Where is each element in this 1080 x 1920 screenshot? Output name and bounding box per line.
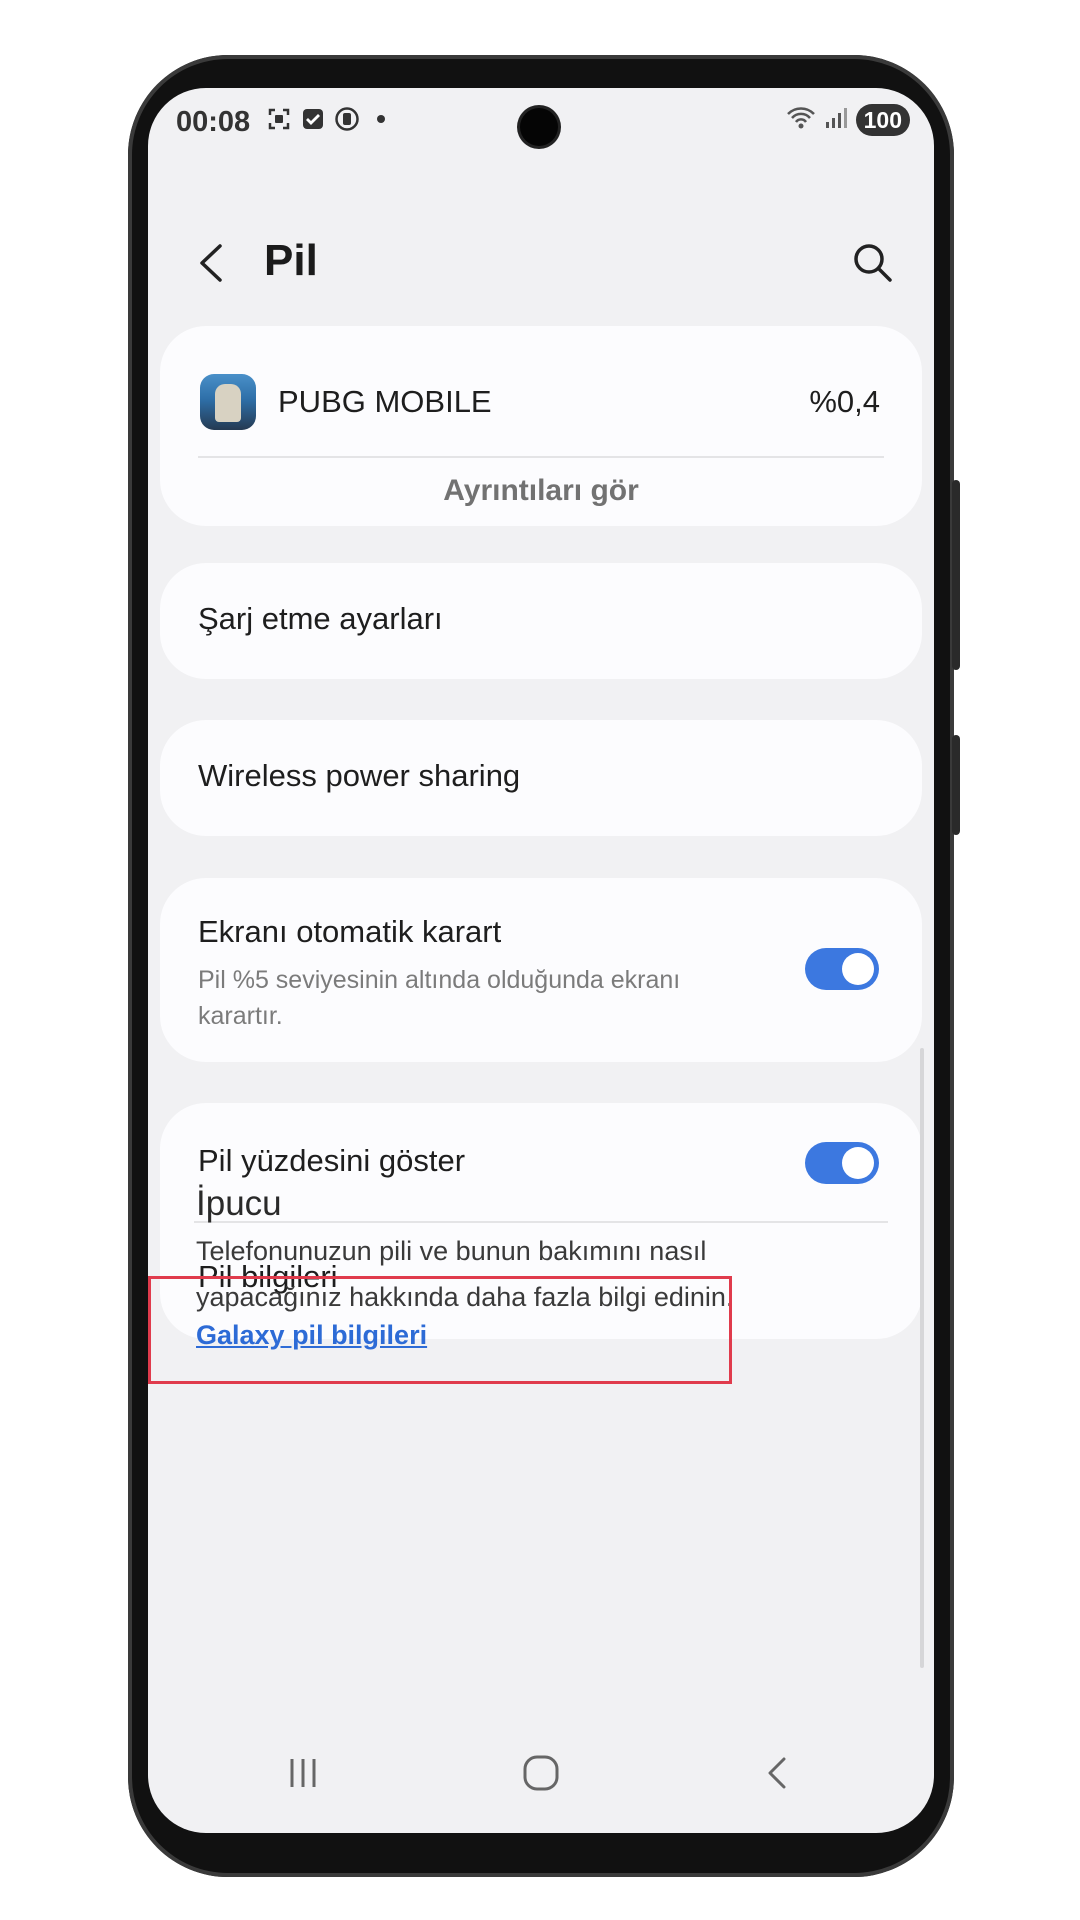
charging-settings-label: Şarj etme ayarları	[198, 601, 443, 636]
volume-button	[952, 480, 960, 670]
page-title: Pil	[264, 236, 318, 285]
front-camera	[520, 108, 558, 146]
signal-icon	[824, 106, 848, 135]
auto-dim-item[interactable]: Ekranı otomatik karart Pil %5 seviyesini…	[160, 878, 922, 1062]
navigation-bar	[148, 1713, 934, 1833]
back-icon	[768, 1757, 786, 1789]
status-bar: 00:08 100	[148, 88, 934, 158]
app-usage-card: PUBG MOBILE %0,4 Ayrıntıları gör	[160, 326, 922, 526]
check-box-icon	[300, 106, 326, 132]
dot-icon	[368, 106, 394, 132]
tip-line-1: Telefonunuzun pili ve bunun bakımını nas…	[196, 1236, 707, 1266]
app-name: PUBG MOBILE	[278, 384, 492, 419]
app-header: Pil	[148, 218, 934, 308]
home-button[interactable]	[511, 1743, 571, 1803]
auto-dim-title: Ekranı otomatik karart	[198, 914, 502, 949]
search-icon	[854, 244, 892, 282]
power-button	[952, 735, 960, 835]
charging-settings-item[interactable]: Şarj etme ayarları	[160, 563, 922, 679]
card-divider	[198, 456, 884, 458]
recents-button[interactable]	[273, 1743, 333, 1803]
highlight-box	[148, 1276, 732, 1384]
data-saver-icon	[334, 106, 360, 132]
screen: 00:08 100 Pil PUBG MOBILE %0,4 Ayrıntıla…	[148, 88, 934, 1833]
app-battery-percent: %0,4	[809, 384, 880, 419]
status-time: 00:08	[176, 106, 251, 138]
show-percent-label: Pil yüzdesini göster	[198, 1143, 466, 1178]
show-percent-toggle[interactable]	[805, 1142, 879, 1184]
wireless-power-sharing-item[interactable]: Wireless power sharing	[160, 720, 922, 836]
home-icon	[523, 1755, 559, 1791]
back-button[interactable]	[190, 238, 234, 288]
screenshot-icon	[266, 106, 292, 132]
auto-dim-subtitle-1: Pil %5 seviyesinin altında olduğunda ekr…	[198, 966, 681, 994]
tip-title: İpucu	[196, 1184, 282, 1223]
auto-dim-toggle[interactable]	[805, 948, 879, 990]
search-button[interactable]	[846, 236, 900, 290]
scrollbar[interactable]	[920, 1048, 924, 1668]
nav-back-button[interactable]	[748, 1743, 808, 1803]
recents-icon	[290, 1759, 316, 1787]
chevron-left-icon	[200, 244, 222, 282]
wifi-icon	[786, 105, 816, 136]
battery-indicator: 100	[855, 104, 910, 136]
details-button[interactable]: Ayrıntıları gör	[160, 474, 922, 508]
pubg-app-icon	[200, 374, 256, 430]
auto-dim-subtitle-2: karartır.	[198, 1002, 283, 1030]
wireless-power-sharing-label: Wireless power sharing	[198, 758, 521, 793]
